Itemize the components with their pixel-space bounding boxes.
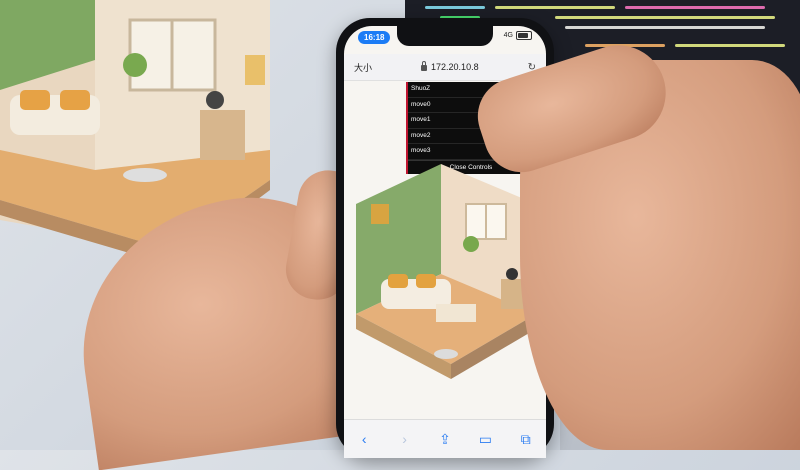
room-3d-scene[interactable] (346, 164, 546, 404)
forward-icon[interactable]: › (394, 431, 416, 447)
status-time: 16:18 (358, 31, 391, 44)
lock-icon (421, 61, 428, 71)
text-size-button[interactable]: 大小 (354, 61, 372, 74)
url-field[interactable]: 172.20.10.8 (421, 61, 479, 72)
bookmarks-icon[interactable]: ▭ (474, 431, 496, 448)
signal-label: 4G (503, 32, 513, 39)
tabs-icon[interactable]: ⧉ (515, 431, 537, 448)
back-icon[interactable]: ‹ (353, 431, 375, 447)
phone-notch (397, 26, 493, 46)
share-icon[interactable]: ⇪ (434, 431, 456, 448)
battery-icon (516, 31, 532, 40)
status-indicators: 4G (504, 31, 532, 40)
url-text: 172.20.10.8 (431, 62, 479, 72)
browser-toolbar: ‹ › ⇪ ▭ ⧉ (344, 419, 546, 458)
